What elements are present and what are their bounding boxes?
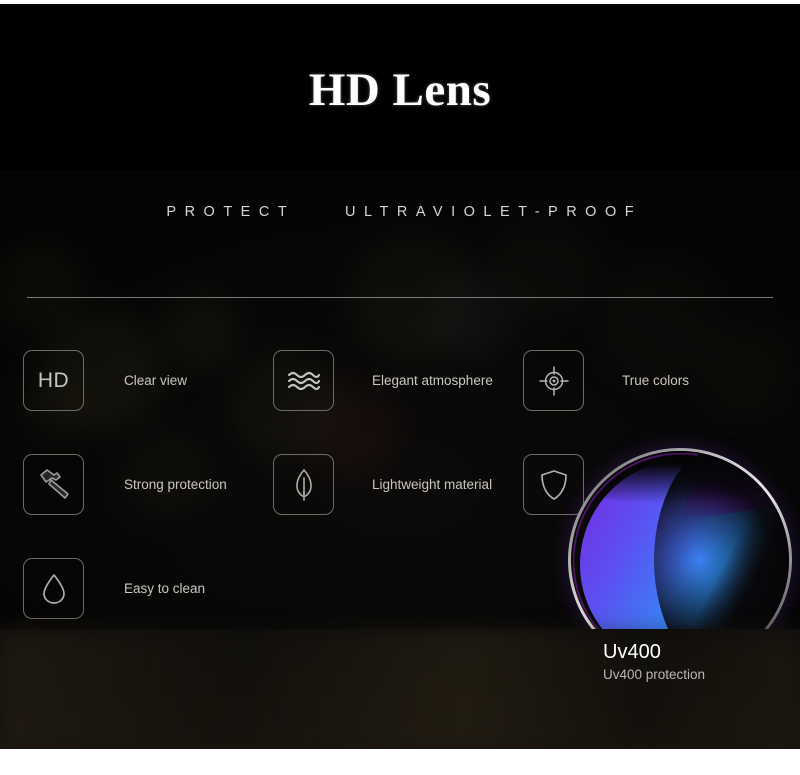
- droplet-icon: [23, 558, 84, 619]
- feature-label: Strong protection: [124, 477, 227, 492]
- feature-item-elegant-atmosphere[interactable]: Elegant atmosphere: [273, 350, 493, 411]
- feature-item-easy-to-clean[interactable]: Easy to clean: [23, 558, 205, 619]
- divider: [27, 297, 773, 298]
- features-panel: PROTECT ULTRAVIOLET-PROOF HD Clear view: [0, 170, 800, 749]
- feature-item-lightweight-material[interactable]: Lightweight material: [273, 454, 492, 515]
- uv400-subtitle: Uv400 protection: [603, 667, 706, 682]
- feature-label: Elegant atmosphere: [372, 373, 493, 388]
- product-banner: HD Lens PROTECT ULTRAVIOLET-PROOF HD Cle…: [0, 0, 800, 775]
- feature-item-true-colors[interactable]: True colors: [523, 350, 689, 411]
- hd-icon-label: HD: [37, 368, 70, 392]
- page-title: HD Lens: [308, 64, 492, 116]
- hd-icon: HD: [23, 350, 84, 411]
- crosshair-icon: [523, 350, 584, 411]
- feature-item-strong-protection[interactable]: Strong protection: [23, 454, 227, 515]
- leaf-icon: [273, 454, 334, 515]
- waves-icon: [273, 350, 334, 411]
- feature-label: Easy to clean: [124, 581, 206, 596]
- subtitle: PROTECT ULTRAVIOLET-PROOF: [166, 204, 643, 220]
- feature-label: Lightweight material: [372, 477, 493, 492]
- feature-label: Clear view: [124, 373, 188, 388]
- feature-label: True colors: [622, 373, 690, 388]
- hero-banner: HD Lens: [0, 4, 800, 170]
- uv400-title: Uv400: [603, 641, 661, 663]
- feature-item-clear-view[interactable]: HD Clear view: [23, 350, 187, 411]
- hammer-icon: [23, 454, 84, 515]
- uv400-callout: Uv400 Uv400 protection: [603, 640, 705, 685]
